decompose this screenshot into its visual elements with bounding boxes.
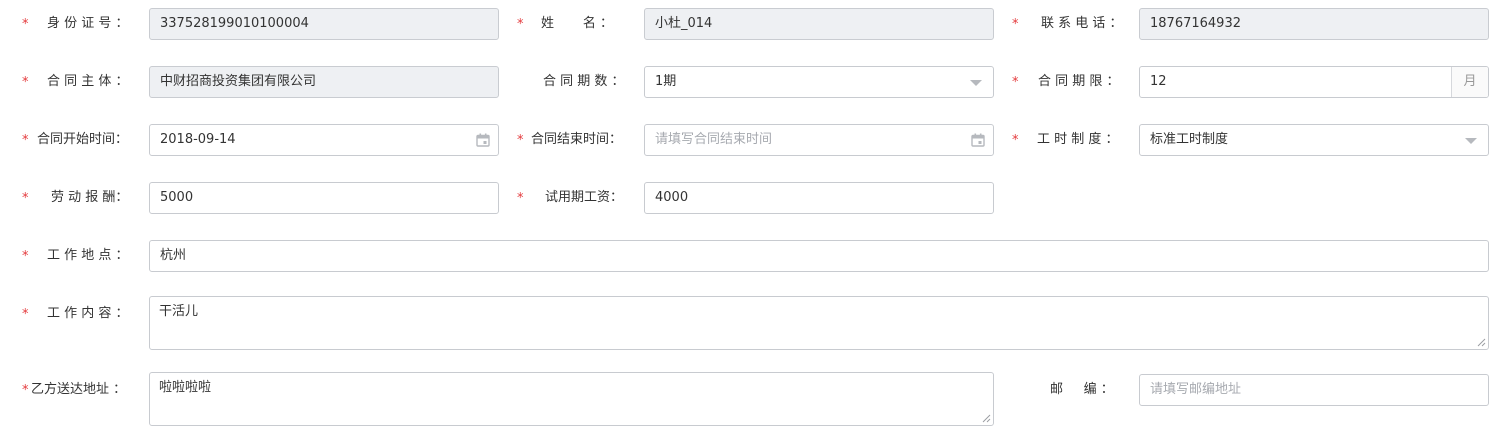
end-date-input[interactable]: 请填写合同结束时间: [644, 124, 994, 156]
probation-salary-input[interactable]: 4000: [644, 182, 994, 214]
contract-term-label: 合 同 期 限 ：: [1038, 74, 1120, 89]
contract-periods-value: 1期: [655, 74, 677, 89]
contract-entity-label: 合 同 主 体 ：: [47, 74, 129, 89]
required-mark: *: [517, 133, 524, 148]
end-date-placeholder: 请填写合同结束时间: [655, 132, 773, 147]
phone-input[interactable]: 18767164932: [1139, 8, 1489, 40]
required-mark: *: [22, 307, 29, 322]
required-mark: *: [517, 191, 524, 206]
unit-month-addon: 月: [1451, 67, 1488, 97]
work-hours-select[interactable]: 标准工时制度: [1139, 124, 1489, 156]
work-location-input[interactable]: 杭州: [149, 240, 1489, 272]
postcode-label: 邮 编 ：: [1050, 382, 1114, 397]
start-date-label: 合同开始时间：: [37, 132, 129, 147]
id-number-input[interactable]: 337528199010100004: [149, 8, 499, 40]
id-number-label: 身 份 证 号 ：: [47, 16, 129, 31]
delivery-address-label: 乙方送达地址 ：: [31, 382, 127, 397]
required-mark: *: [1012, 133, 1019, 148]
contract-periods-label: 合 同 期 数 ：: [543, 74, 625, 89]
resize-handle-icon[interactable]: [1477, 338, 1486, 347]
postcode-input[interactable]: 请填写邮编地址: [1139, 374, 1489, 406]
salary-input[interactable]: 5000: [149, 182, 499, 214]
work-content-textarea[interactable]: 干活儿: [149, 296, 1489, 350]
contract-term-input[interactable]: 12 月: [1139, 66, 1489, 98]
required-mark: *: [1012, 75, 1019, 90]
required-mark: *: [22, 383, 29, 398]
salary-label: 劳 动 报 酬：: [51, 190, 129, 205]
contract-entity-input[interactable]: 中财招商投资集团有限公司: [149, 66, 499, 98]
end-date-label: 合同结束时间：: [531, 132, 623, 147]
name-label: 姓 名 ：: [541, 16, 614, 31]
start-date-input[interactable]: 2018-09-14: [149, 124, 499, 156]
contract-term-value: 12: [1150, 74, 1167, 89]
probation-salary-label: 试用期工资：: [545, 190, 624, 205]
work-hours-value: 标准工时制度: [1150, 132, 1229, 147]
work-content-label: 工 作 内 容 ：: [47, 306, 129, 321]
name-input[interactable]: 小杜_014: [644, 8, 994, 40]
required-mark: *: [22, 191, 29, 206]
caret-down-icon[interactable]: [1465, 138, 1477, 144]
delivery-address-textarea[interactable]: 啦啦啦啦: [149, 372, 994, 426]
required-mark: *: [22, 249, 29, 264]
required-mark: *: [22, 75, 29, 90]
required-mark: *: [22, 17, 29, 32]
required-mark: *: [22, 133, 29, 148]
caret-down-icon[interactable]: [970, 80, 982, 86]
work-hours-label: 工 时 制 度 ：: [1037, 132, 1119, 147]
resize-handle-icon[interactable]: [982, 414, 991, 423]
work-content-value: 干活儿: [159, 304, 199, 319]
phone-label: 联 系 电 话 ：: [1041, 16, 1123, 31]
required-mark: *: [517, 17, 524, 32]
postcode-placeholder: 请填写邮编地址: [1150, 382, 1242, 397]
delivery-address-value: 啦啦啦啦: [159, 380, 212, 395]
contract-periods-select[interactable]: 1期: [644, 66, 994, 98]
calendar-icon[interactable]: [476, 133, 490, 147]
calendar-icon[interactable]: [971, 133, 985, 147]
required-mark: *: [1012, 17, 1019, 32]
work-location-label: 工 作 地 点 ：: [47, 248, 129, 263]
start-date-value: 2018-09-14: [160, 132, 236, 147]
